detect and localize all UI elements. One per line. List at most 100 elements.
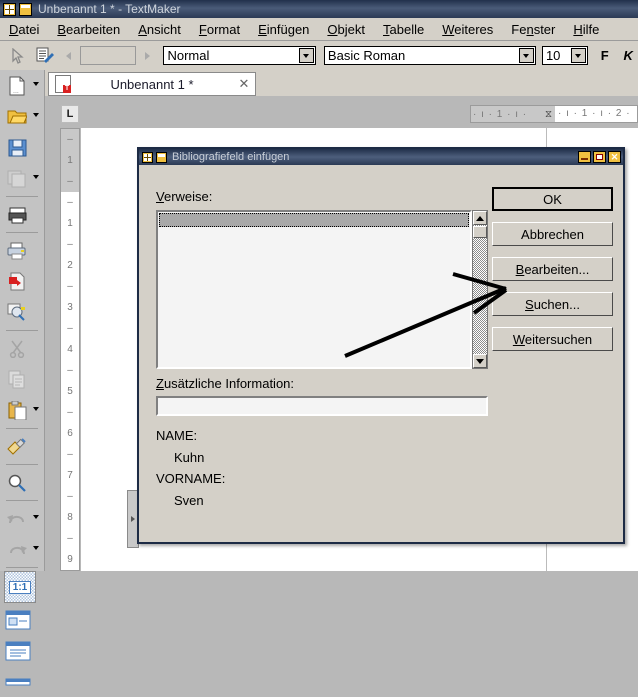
- search-next-button[interactable]: Weitersuchen: [492, 327, 613, 351]
- toolbar-redo[interactable]: [0, 534, 44, 565]
- toolbar-print[interactable]: [0, 235, 44, 266]
- textmaker-document-icon: [55, 75, 71, 93]
- select-cursor-icon[interactable]: [6, 44, 29, 68]
- dialog-titlebar: Bibliografiefeld einfügen ✕: [139, 149, 623, 165]
- edit-button[interactable]: Bearbeiten...: [492, 257, 613, 281]
- toolbar-paste[interactable]: [0, 395, 44, 426]
- horizontal-ruler[interactable]: · ı · 1 · ı · ⧖ · ı · 1 · ı · 2 ·: [470, 105, 638, 123]
- chevron-down-icon[interactable]: [33, 546, 39, 550]
- toolbar-cut[interactable]: [0, 333, 44, 364]
- formatting-toolbar: Normal Basic Roman 10 F K: [0, 41, 638, 71]
- vertical-ruler[interactable]: – 1 – – 1 – 2 – 3 – 4 – 5 – 6 – 7 – 8 – …: [60, 128, 80, 571]
- font-name-combo[interactable]: Basic Roman: [323, 46, 536, 65]
- undo-icon[interactable]: [4, 507, 30, 531]
- toolbar-format-painter[interactable]: [0, 431, 44, 462]
- scroll-up-button[interactable]: [473, 211, 487, 225]
- print-icon[interactable]: [4, 239, 30, 263]
- chevron-down-icon[interactable]: [518, 48, 534, 63]
- app-grid-icon: [142, 151, 153, 163]
- chevron-down-icon[interactable]: [33, 515, 39, 519]
- toolbar-view-page[interactable]: [0, 635, 44, 666]
- chevron-down-icon[interactable]: [33, 113, 39, 117]
- paragraph-style-combo[interactable]: Normal: [163, 46, 316, 65]
- next-page-icon[interactable]: [136, 44, 159, 68]
- close-button[interactable]: ✕: [608, 151, 621, 163]
- menu-format[interactable]: Format: [190, 20, 249, 39]
- tab-stop-selector[interactable]: L: [61, 105, 79, 123]
- toolbar-zoom-100[interactable]: 1:1: [0, 570, 44, 604]
- cut-icon[interactable]: [4, 337, 30, 361]
- save-all-icon[interactable]: [4, 167, 30, 191]
- toolbar-save-all[interactable]: [0, 163, 44, 194]
- field-value-name: Kuhn: [174, 450, 205, 465]
- menu-hilfe[interactable]: Hilfe: [564, 20, 608, 39]
- toolbar-separator: [6, 428, 38, 429]
- toolbar-zoom[interactable]: [0, 467, 44, 498]
- document-tab[interactable]: Unbenannt 1 * ✕: [48, 72, 256, 96]
- menu-ansicht[interactable]: Ansicht: [129, 20, 190, 39]
- toolbar-separator: [6, 330, 38, 331]
- send-email-icon[interactable]: [4, 301, 30, 325]
- minimize-button[interactable]: [578, 151, 591, 163]
- prev-page-icon[interactable]: [57, 44, 80, 68]
- toolbar-view-layout[interactable]: [0, 604, 44, 635]
- scroll-down-button[interactable]: [473, 354, 487, 368]
- menu-tabelle[interactable]: Tabelle: [374, 20, 433, 39]
- view-page-icon[interactable]: [4, 640, 32, 662]
- cancel-button[interactable]: Abbrechen: [492, 222, 613, 246]
- list-item[interactable]: [159, 213, 469, 227]
- zoom-100-icon[interactable]: 1:1: [4, 571, 36, 603]
- open-folder-icon[interactable]: [4, 105, 30, 129]
- italic-button[interactable]: K: [618, 48, 638, 63]
- view-layout-icon[interactable]: [4, 609, 32, 631]
- chevron-down-icon[interactable]: [298, 48, 314, 63]
- close-icon[interactable]: ✕: [233, 76, 255, 92]
- new-document-icon[interactable]: ...: [4, 74, 30, 98]
- chevron-down-icon[interactable]: [33, 175, 39, 179]
- view-extra-icon[interactable]: [4, 675, 32, 689]
- font-size-combo[interactable]: 10: [541, 46, 588, 65]
- menu-bearbeiten[interactable]: Bearbeiten: [48, 20, 129, 39]
- toolbar-new-document[interactable]: ...: [0, 70, 44, 101]
- scrollbar-thumb[interactable]: [473, 226, 487, 238]
- print-preview-icon[interactable]: [4, 203, 30, 227]
- toolbar-export-pdf[interactable]: [0, 266, 44, 297]
- menu-objekt[interactable]: Objekt: [318, 20, 374, 39]
- chevron-down-icon[interactable]: [33, 82, 39, 86]
- toolbar-copy[interactable]: [0, 364, 44, 395]
- search-button[interactable]: Suchen...: [492, 292, 613, 316]
- ok-button[interactable]: OK: [492, 187, 613, 211]
- vruler-tick: 7: [61, 465, 79, 486]
- additional-info-input[interactable]: [156, 396, 488, 416]
- menu-datei[interactable]: Datei: [0, 20, 48, 39]
- toolbar-save[interactable]: [0, 132, 44, 163]
- save-icon[interactable]: [4, 136, 30, 160]
- dialog-body: Verweise: Zusätzliche Information: NAME:…: [139, 165, 623, 544]
- bold-button[interactable]: F: [595, 48, 615, 63]
- export-pdf-icon[interactable]: [4, 270, 30, 294]
- zoom-100-label: 1:1: [8, 580, 32, 594]
- edit-document-icon[interactable]: [33, 44, 56, 68]
- toolbar-undo[interactable]: [0, 503, 44, 534]
- vruler-tick: –: [61, 192, 79, 213]
- chevron-down-icon[interactable]: [33, 407, 39, 411]
- menu-fenster[interactable]: Fenster: [502, 20, 564, 39]
- zoom-icon[interactable]: [4, 471, 30, 495]
- references-scrollbar[interactable]: [472, 210, 488, 369]
- menu-einfuegen[interactable]: Einfügen: [249, 20, 318, 39]
- toolbar-send-email[interactable]: [0, 297, 44, 328]
- page-number-field[interactable]: [80, 46, 137, 65]
- chevron-down-icon[interactable]: [570, 48, 586, 63]
- hruler-indent-marker[interactable]: ⧖: [545, 109, 555, 120]
- references-listbox[interactable]: [156, 210, 472, 369]
- hruler-ticks-page: · ı · 1 · ı · 2 ·: [555, 106, 637, 122]
- toolbar-open[interactable]: [0, 101, 44, 132]
- copy-icon[interactable]: [4, 368, 30, 392]
- toolbar-print-preview[interactable]: [0, 199, 44, 230]
- format-painter-icon[interactable]: [4, 435, 30, 459]
- maximize-button[interactable]: [593, 151, 606, 163]
- toolbar-view-extra[interactable]: [0, 666, 44, 697]
- paste-icon[interactable]: [4, 399, 30, 423]
- redo-icon[interactable]: [4, 538, 30, 562]
- menu-weiteres[interactable]: Weiteres: [433, 20, 502, 39]
